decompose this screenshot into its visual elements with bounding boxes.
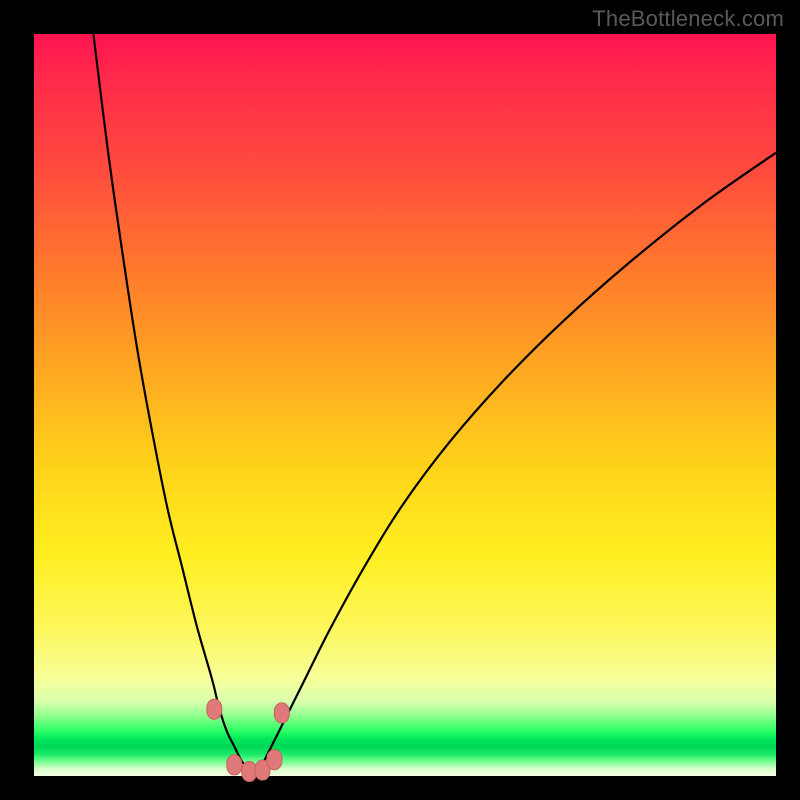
- data-marker: [267, 750, 282, 770]
- chart-svg: [34, 34, 776, 776]
- outer-frame: TheBottleneck.com: [0, 0, 800, 800]
- data-marker: [242, 762, 257, 782]
- watermark-text: TheBottleneck.com: [592, 6, 784, 32]
- curve-group: [93, 34, 776, 776]
- plot-area: [34, 34, 776, 776]
- data-marker: [207, 699, 222, 719]
- data-marker: [227, 755, 242, 775]
- data-marker: [274, 703, 289, 723]
- right-curve: [257, 153, 776, 776]
- left-curve: [93, 34, 253, 776]
- marker-group: [207, 699, 289, 781]
